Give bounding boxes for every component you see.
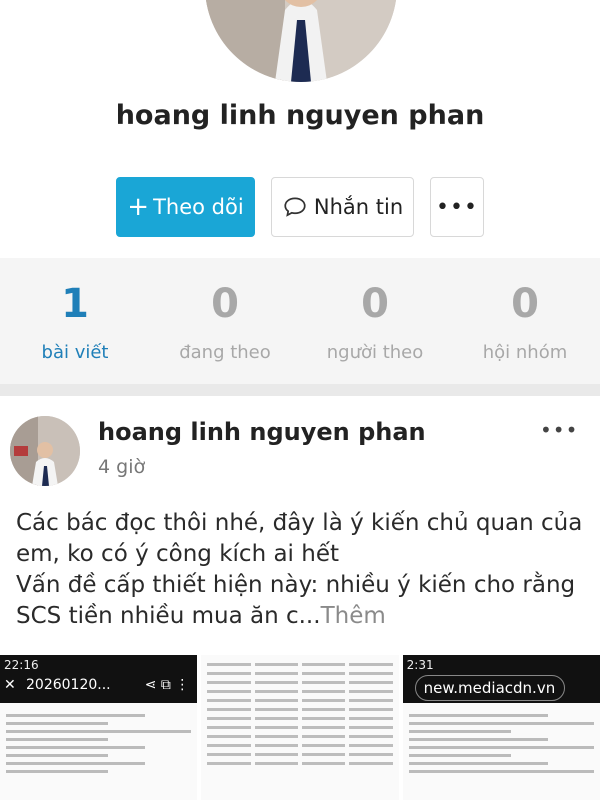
doc-line (408, 754, 511, 757)
post-body[interactable]: Các bác đọc thôi nhé, đây là ý kiến chủ … (16, 508, 591, 632)
status-time: 2:31 (406, 658, 434, 672)
stat-groups-label: hội nhóm (482, 342, 568, 363)
post-image-1[interactable]: 22:16 ✕ 20260120... ⋖ ⧉ ⋮ (0, 655, 198, 800)
doc-line (6, 770, 108, 773)
follow-label: Theo dõi (153, 195, 244, 219)
document-preview (403, 703, 600, 784)
message-button[interactable]: Nhắn tin (271, 177, 414, 237)
doc-line (408, 722, 594, 725)
more-options-button[interactable]: ••• (430, 177, 484, 237)
grid-row (207, 708, 393, 711)
plus-icon: + (127, 192, 150, 222)
doc-line (6, 754, 108, 757)
doc-line (6, 722, 108, 725)
stat-groups[interactable]: 0 hội nhóm (450, 258, 600, 384)
grid-row (207, 762, 393, 765)
avatar-image (205, 0, 397, 82)
grid-row (207, 690, 393, 693)
screenshot-browser-bar: 2:31 new.mediacdn.vn (402, 655, 600, 703)
screenshot-url: new.mediacdn.vn (414, 675, 565, 701)
post-image-gallery: 22:16 ✕ 20260120... ⋖ ⧉ ⋮ 2:31 new.media… (0, 655, 600, 800)
grid-row (207, 663, 393, 666)
post-image-2[interactable] (201, 655, 399, 800)
stat-posts-label: bài viết (41, 342, 109, 363)
doc-line (408, 730, 511, 733)
profile-actions: + Theo dõi Nhắn tin ••• (116, 177, 484, 237)
doc-line (408, 762, 548, 765)
post-more-button[interactable]: ••• (540, 418, 578, 442)
stat-following-value: 0 (211, 281, 239, 327)
post-text-line2: Vấn đề cấp thiết hiện này: nhiều ý kiến … (16, 572, 576, 629)
document-preview (0, 703, 197, 784)
profile-avatar[interactable] (205, 0, 397, 82)
doc-line (408, 746, 594, 749)
screenshot-browser-bar: 22:16 ✕ 20260120... ⋖ ⧉ ⋮ (0, 655, 198, 703)
stat-followers-label: người theo (326, 342, 424, 363)
doc-line (408, 770, 594, 773)
doc-line (6, 738, 108, 741)
grid-row (207, 717, 393, 720)
profile-stats: 1 bài viết 0 đang theo 0 người theo 0 hộ… (0, 258, 600, 384)
doc-line (6, 762, 145, 765)
grid-row (207, 726, 393, 729)
section-divider (0, 384, 600, 396)
stat-following-label: đang theo (179, 342, 271, 363)
grid-row (207, 681, 393, 684)
avatar-image (10, 416, 80, 486)
post-author-name[interactable]: hoang linh nguyen phan (98, 418, 426, 446)
screenshot-url: 20260120... (26, 677, 111, 693)
post-author-avatar[interactable] (10, 416, 80, 486)
more-icon: ••• (436, 194, 478, 220)
post-image-3[interactable]: 2:31 new.mediacdn.vn (402, 655, 600, 800)
follow-button[interactable]: + Theo dõi (116, 177, 255, 237)
grid-row (207, 744, 393, 747)
message-label: Nhắn tin (313, 195, 404, 219)
doc-line (408, 738, 548, 741)
table-preview (207, 663, 393, 771)
stat-followers[interactable]: 0 người theo (300, 258, 450, 384)
see-more-link[interactable]: Thêm (321, 603, 386, 629)
grid-row (207, 753, 393, 756)
status-time: 22:16 (4, 658, 39, 672)
grid-row (207, 699, 393, 702)
stat-posts-value: 1 (61, 281, 89, 327)
post-text-line2-wrap: Vấn đề cấp thiết hiện này: nhiều ý kiến … (16, 570, 591, 632)
doc-line (6, 730, 192, 733)
doc-line (6, 714, 145, 717)
grid-row (207, 672, 393, 675)
doc-line (408, 714, 548, 717)
share-icon: ⋖ ⧉ ⋮ (144, 677, 190, 693)
post-timestamp: 4 giờ (98, 456, 146, 478)
close-icon: ✕ (4, 677, 16, 693)
profile-name: hoang linh nguyen phan (115, 100, 485, 131)
chat-bubble-icon (284, 197, 306, 217)
doc-line (6, 746, 145, 749)
post-text-line1: Các bác đọc thôi nhé, đây là ý kiến chủ … (16, 510, 583, 567)
stat-groups-value: 0 (511, 281, 539, 327)
stat-posts[interactable]: 1 bài viết (0, 258, 150, 384)
stat-followers-value: 0 (361, 281, 389, 327)
grid-row (207, 735, 393, 738)
stat-following[interactable]: 0 đang theo (150, 258, 300, 384)
